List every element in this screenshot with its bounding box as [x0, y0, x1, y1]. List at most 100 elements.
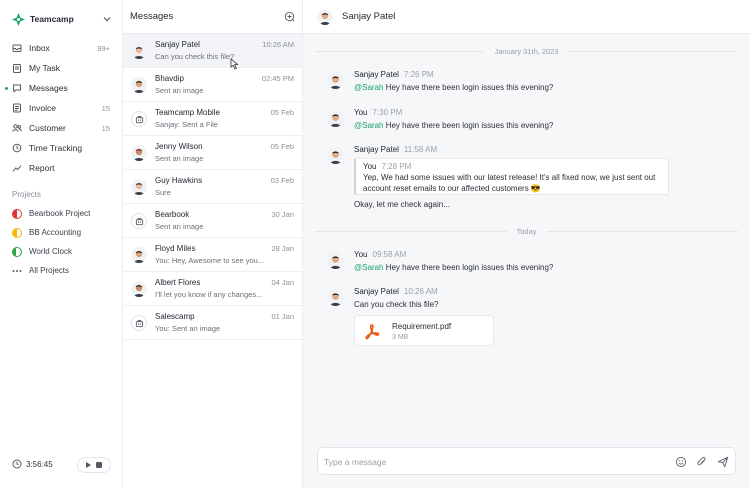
message-author: Sanjay Patel	[354, 145, 399, 154]
conversation-item[interactable]: Bhavdip 02:45 PM Sent an image	[123, 68, 302, 102]
mention[interactable]: @Sarah	[354, 121, 383, 130]
workspace-switcher[interactable]: Teamcamp	[12, 11, 112, 27]
conversation-list-title: Messages	[130, 11, 174, 22]
conversation-name: Jenny Wilson	[155, 142, 203, 151]
message-author: You	[354, 250, 368, 259]
conversation-time: 02:45 PM	[261, 74, 294, 83]
message-text: Hey have there been login issues this ev…	[383, 263, 554, 272]
group-avatar	[131, 111, 147, 127]
quote-time: 7:28 PM	[381, 162, 412, 171]
sidebar-item-messages[interactable]: Messages	[0, 78, 122, 98]
sidebar-item-label: Customer	[29, 123, 66, 133]
timer-controls	[77, 457, 111, 473]
conversation-item[interactable]: Teamcamp Mobile 05 Feb Sanjay: Sent a File	[123, 102, 302, 136]
conversation-item[interactable]: Sanjay Patel 10:26 AM Can you check this f…	[123, 34, 302, 68]
project-item-all-projects[interactable]: All Projects	[0, 261, 122, 280]
conversation-item[interactable]: Floyd Miles 28 Jan You: Hey, Awesome to se…	[123, 238, 302, 272]
conversation-name: Sanjay Patel	[155, 40, 200, 49]
conversation-preview: You: Sent an image	[155, 324, 221, 333]
conversation-name: Salescamp	[155, 312, 195, 321]
more-icon	[12, 269, 22, 272]
conversation-item[interactable]: Bearbook 30 Jan Sent an image	[123, 204, 302, 238]
conversation-time: 05 Feb	[270, 108, 294, 117]
emoji-icon[interactable]	[675, 456, 687, 468]
timer-display: 3:56:45	[12, 459, 53, 469]
group-avatar	[131, 315, 147, 331]
mention[interactable]: @Sarah	[354, 263, 383, 272]
sidebar-item-customer[interactable]: Customer 15	[0, 118, 122, 138]
file-name: Requirement.pdf	[392, 322, 452, 331]
inbox-count: 99+	[97, 43, 110, 53]
project-item-bearbook[interactable]: Bearbook Project	[0, 204, 122, 223]
new-message-icon[interactable]	[284, 11, 295, 22]
quote-text-line: account reset emails to our affected cus…	[363, 184, 541, 193]
project-item-world-clock[interactable]: World Clock	[0, 242, 122, 261]
conversation-item[interactable]: Albert Flores 04 Jan I'll let you know if …	[123, 272, 302, 306]
mouse-cursor-icon	[230, 58, 239, 70]
conversation-preview: Can you check this file?	[155, 52, 235, 61]
conversation-name: Guy Hawkins	[155, 176, 203, 185]
message-composer	[317, 447, 736, 475]
inbox-icon	[12, 44, 22, 52]
avatar[interactable]	[317, 9, 333, 25]
users-icon	[12, 124, 22, 132]
sidebar: Teamcamp Inbox 99+ My Task Messages Invo…	[0, 0, 123, 488]
conversation-preview: Sure	[155, 188, 171, 197]
quoted-reply[interactable]: You 7:28 PM Yep, We had some issues with …	[354, 158, 669, 195]
message-time: 09:58 AM	[372, 250, 407, 259]
stop-icon[interactable]	[96, 462, 103, 468]
conversation-preview: Sanjay: Sent a File	[155, 120, 218, 129]
project-label: All Projects	[29, 266, 70, 275]
conversation-name: Albert Flores	[155, 278, 201, 287]
sidebar-item-inbox[interactable]: Inbox 99+	[0, 38, 122, 58]
chat-panel: Sanjay Patel January 31th, 2023 Sanjay P…	[303, 0, 750, 488]
avatar	[131, 77, 147, 93]
project-progress-icon	[12, 246, 22, 257]
project-item-bb-accounting[interactable]: BB Accounting	[0, 223, 122, 242]
sidebar-item-my-task[interactable]: My Task	[0, 58, 122, 78]
conversation-preview: Sent an image	[155, 86, 204, 95]
message-time: 7:30 PM	[372, 108, 403, 117]
message-text: Can you check this file?	[354, 300, 439, 309]
mention[interactable]: @Sarah	[354, 83, 383, 92]
sidebar-item-label: Invoice	[29, 103, 56, 113]
sidebar-item-invoice[interactable]: Invoice 15	[0, 98, 122, 118]
message-input[interactable]	[324, 453, 664, 471]
file-attachment[interactable]: Requirement.pdf 3 MB	[354, 315, 494, 346]
conversation-list: Messages Sanjay Patel 10:26 AM Can you che…	[123, 0, 303, 488]
message-time: 11:58 AM	[403, 145, 438, 154]
conversation-name: Floyd Miles	[155, 244, 196, 253]
chevron-down-icon[interactable]	[102, 14, 112, 24]
conversation-item[interactable]: Guy Hawkins 03 Feb Sure	[123, 170, 302, 204]
play-icon[interactable]	[85, 462, 91, 468]
conversation-preview: I'll let you know if any changes...	[155, 290, 263, 299]
message-text: Hey have there been login issues this ev…	[383, 83, 554, 92]
conversation-time: 01 Jan	[271, 312, 294, 321]
conversation-preview: Sent an image	[155, 222, 204, 231]
sidebar-item-label: Messages	[29, 83, 68, 93]
sidebar-item-report[interactable]: Report	[0, 158, 122, 178]
conversation-item[interactable]: Jenny Wilson 05 Feb Sent an image	[123, 136, 302, 170]
customer-count: 15	[101, 123, 110, 133]
send-icon[interactable]	[717, 456, 729, 468]
invoice-icon	[13, 103, 21, 113]
conversation-name: Bearbook	[155, 210, 190, 219]
chat-contact-name: Sanjay Patel	[342, 11, 396, 22]
date-divider: Today	[315, 226, 739, 236]
message-time: 7:26 PM	[403, 70, 434, 79]
workspace-name: Teamcamp	[30, 14, 74, 24]
conversation-time: 28 Jan	[271, 244, 294, 253]
sidebar-item-time-tracking[interactable]: Time Tracking	[0, 138, 122, 158]
pdf-icon	[365, 324, 380, 340]
date-divider-label: January 31th, 2023	[494, 46, 559, 56]
message-author: Sanjay Patel	[354, 70, 399, 79]
message-text: Okay, let me check again...	[354, 200, 450, 209]
attachment-icon[interactable]	[696, 456, 708, 468]
conversation-preview: Sent an image	[155, 154, 204, 163]
projects-list: Bearbook Project BB Accounting World Clo…	[0, 204, 122, 280]
project-progress-icon	[12, 208, 22, 219]
date-divider-label: Today	[516, 226, 537, 236]
avatar	[327, 110, 344, 127]
avatar	[327, 252, 344, 269]
conversation-item[interactable]: Salescamp 01 Jan You: Sent an image	[123, 306, 302, 340]
